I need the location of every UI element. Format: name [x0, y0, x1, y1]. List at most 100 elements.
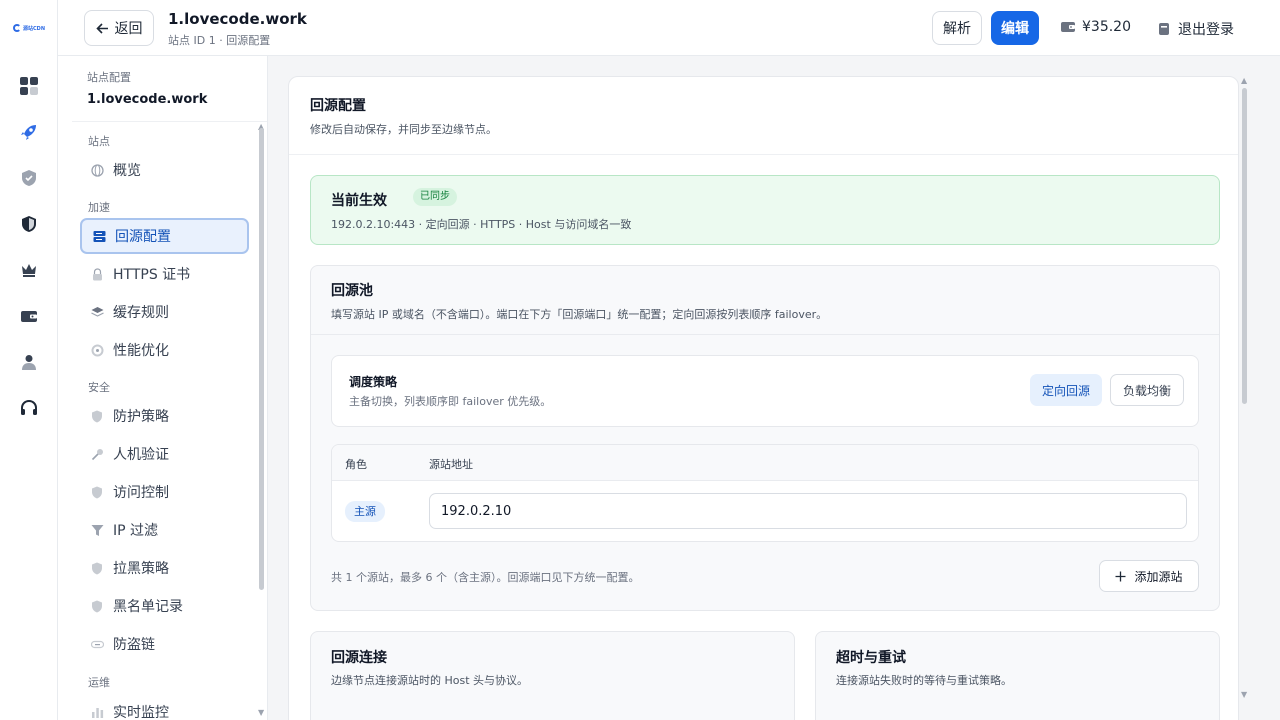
section-subtitle: 修改后自动保存，并同步至边缘节点。: [310, 123, 497, 136]
link-icon: [90, 637, 104, 651]
sidebar-site-name: 1.lovecode.work: [87, 92, 208, 107]
logo-text: 源站CDN: [23, 25, 46, 32]
group-label-security: 安全: [88, 381, 110, 394]
filter-icon: [90, 523, 104, 537]
sidebar-item-block-policy[interactable]: 拉黑策略: [80, 550, 249, 586]
connection-description: 边缘节点连接源站时的 Host 头与协议。: [331, 674, 529, 687]
column-header-role: 角色: [345, 458, 367, 471]
group-label-ops: 运维: [88, 676, 110, 689]
divider: [311, 334, 1219, 335]
sidebar-item-label: 防盗链: [113, 637, 155, 653]
current-title: 当前生效: [331, 193, 387, 209]
sidebar-item-https[interactable]: HTTPS 证书: [80, 256, 249, 292]
crown-icon[interactable]: [19, 260, 39, 280]
brand-logo[interactable]: 源站CDN: [13, 19, 45, 37]
origin-address-input[interactable]: 192.0.2.10: [429, 493, 1187, 529]
chart-icon: [90, 705, 104, 719]
page-subtitle: 站点 ID 1 · 回源配置: [168, 34, 271, 47]
timeout-retry-section: 超时与重试 连接源站失败时的等待与重试策略。: [815, 631, 1220, 720]
divider: [289, 154, 1238, 155]
server-icon: [92, 229, 106, 243]
current-detail: 192.0.2.10:443 · 定向回源 · HTTPS · Host 与访问…: [331, 218, 632, 231]
layers-icon: [90, 305, 104, 319]
sidebar-item-label: 回源配置: [115, 229, 171, 245]
schedule-strategy-panel: 调度策略 主备切换，列表顺序即 failover 优先级。 定向回源 负载均衡: [331, 355, 1199, 427]
schedule-description: 主备切换，列表顺序即 failover 优先级。: [349, 395, 552, 408]
origin-connection-section: 回源连接 边缘节点连接源站时的 Host 头与协议。: [310, 631, 795, 720]
scroll-up-arrow-icon[interactable]: ▲: [1241, 76, 1247, 85]
main-content: 回源配置 修改后自动保存，并同步至边缘节点。 当前生效 已同步 192.0.2.…: [268, 56, 1280, 720]
column-header-address: 源站地址: [429, 458, 473, 471]
pool-description: 填写源站 IP 或域名（不含端口）。端口在下方「回源端口」统一配置；定向回源按列…: [331, 308, 828, 321]
scroll-down-arrow-icon[interactable]: ▼: [1241, 690, 1247, 699]
sidebar-header: 站点配置 1.lovecode.work: [72, 56, 267, 122]
icon-rail: 源站CDN: [0, 0, 58, 720]
back-label: 返回: [114, 21, 143, 37]
sidebar-item-label: 拉黑策略: [113, 561, 169, 577]
rocket-icon[interactable]: [19, 122, 39, 142]
shield-icon: [90, 599, 104, 613]
sidebar-item-monitor[interactable]: 实时监控: [80, 694, 249, 720]
wallet-icon: [1061, 22, 1075, 32]
parse-button[interactable]: 解析: [932, 11, 982, 45]
sidebar-item-ip-filter[interactable]: IP 过滤: [80, 512, 249, 548]
globe-icon: [90, 163, 104, 177]
sidebar-item-label: 性能优化: [113, 343, 169, 359]
main-scrollbar[interactable]: [1242, 88, 1247, 404]
headset-icon[interactable]: [19, 398, 39, 418]
sidebar-item-access-control[interactable]: 访问控制: [80, 474, 249, 510]
sidebar-item-overview[interactable]: 概览: [80, 152, 249, 188]
shield-icon: [90, 561, 104, 575]
mode-load-balance-button[interactable]: 负载均衡: [1110, 374, 1184, 406]
origin-table: 角色 源站地址 主源 192.0.2.10: [331, 444, 1199, 542]
sidebar-item-label: 访问控制: [113, 485, 169, 501]
sidebar-item-label: 概览: [113, 163, 141, 179]
balance-display[interactable]: ¥35.20: [1060, 19, 1131, 35]
top-bar: 返回 1.lovecode.work 站点 ID 1 · 回源配置 解析 编辑 …: [58, 0, 1280, 56]
shield-icon: [90, 409, 104, 423]
connection-title: 回源连接: [331, 650, 387, 666]
retry-title: 超时与重试: [836, 650, 906, 666]
shield-check-icon[interactable]: [19, 168, 39, 188]
sidebar-item-origin-config[interactable]: 回源配置: [80, 218, 249, 254]
sidebar-item-label: IP 过滤: [113, 523, 159, 539]
mode-directed-button[interactable]: 定向回源: [1030, 374, 1102, 406]
shield-icon: [90, 485, 104, 499]
balance-amount: ¥35.20: [1082, 19, 1131, 35]
origin-config-card: 回源配置 修改后自动保存，并同步至边缘节点。 当前生效 已同步 192.0.2.…: [288, 76, 1239, 720]
sidebar-item-label: 防护策略: [113, 409, 169, 425]
gauge-icon: [90, 343, 104, 357]
plus-icon: [1115, 571, 1126, 581]
sidebar-scrollbar[interactable]: [259, 128, 264, 590]
wallet-icon[interactable]: [19, 306, 39, 326]
user-icon[interactable]: [19, 352, 39, 372]
sidebar-item-label: 黑名单记录: [113, 599, 183, 615]
key-icon: [90, 447, 104, 461]
scroll-down-arrow-icon[interactable]: ▼: [258, 708, 264, 717]
back-button[interactable]: 返回: [84, 10, 154, 46]
edit-button[interactable]: 编辑: [991, 11, 1039, 45]
schedule-title: 调度策略: [349, 375, 398, 389]
sidebar-item-label: 缓存规则: [113, 305, 169, 321]
shield-half-icon[interactable]: [19, 214, 39, 234]
sidebar-item-performance[interactable]: 性能优化: [80, 332, 249, 368]
sidebar-item-protection[interactable]: 防护策略: [80, 398, 249, 434]
add-origin-label: 添加源站: [1134, 569, 1183, 584]
sidebar-item-blacklist-log[interactable]: 黑名单记录: [80, 588, 249, 624]
table-header: 角色 源站地址: [332, 445, 1198, 481]
arrow-left-icon: [95, 22, 108, 34]
current-status-box: 当前生效 已同步 192.0.2.10:443 · 定向回源 · HTTPS ·…: [310, 175, 1220, 245]
logout-button[interactable]: 退出登录: [1158, 19, 1234, 39]
add-origin-button[interactable]: 添加源站: [1099, 560, 1199, 592]
site-sidebar: 站点配置 1.lovecode.work 站点 概览 加速 回源配置 HTTPS…: [72, 56, 268, 720]
sidebar-item-hotlink[interactable]: 防盗链: [80, 626, 249, 662]
group-label-site: 站点: [88, 135, 110, 148]
retry-description: 连接源站失败时的等待与重试策略。: [836, 674, 1012, 687]
status-badge: 已同步: [413, 188, 457, 206]
logout-label: 退出登录: [1178, 22, 1234, 38]
sidebar-item-label: 实时监控: [113, 705, 169, 720]
sidebar-item-captcha[interactable]: 人机验证: [80, 436, 249, 472]
dashboard-icon[interactable]: [19, 76, 39, 96]
section-title: 回源配置: [310, 98, 366, 114]
sidebar-item-cache[interactable]: 缓存规则: [80, 294, 249, 330]
